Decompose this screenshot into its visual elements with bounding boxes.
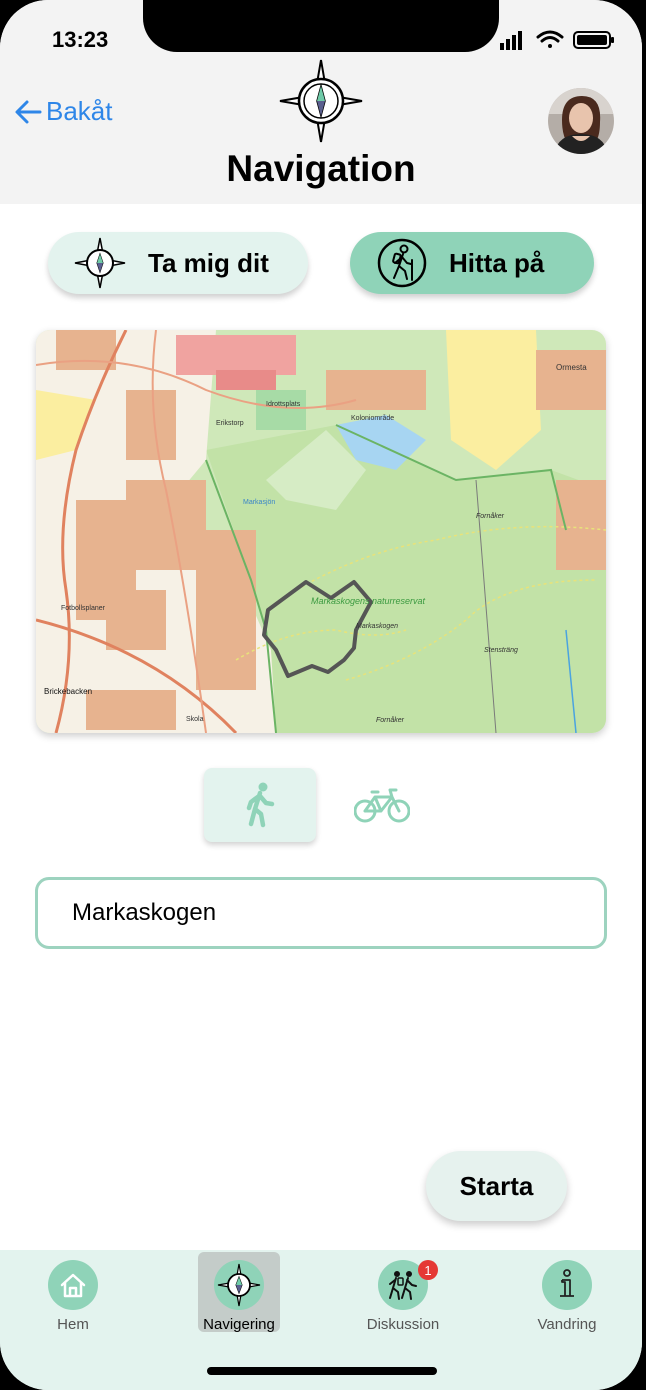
tab-home-label: Hem	[57, 1316, 89, 1333]
tab-navigation-label: Navigering	[203, 1316, 275, 1333]
map-label-markaskogen: Markaskogen	[356, 623, 398, 630]
map-label-fotbollsplaner: Fotbollsplaner	[61, 605, 106, 612]
bicycle-icon	[354, 788, 410, 823]
back-label: Bakåt	[46, 96, 113, 126]
map-label-brickebacken: Brickebacken	[44, 687, 92, 696]
home-indicator[interactable]	[207, 1367, 437, 1375]
tab-home[interactable]: Hem	[23, 1256, 123, 1333]
page-title: Navigation	[226, 148, 416, 189]
notch	[143, 0, 499, 52]
home-icon-circle	[48, 1260, 98, 1310]
take-me-there-label: Ta mig dit	[148, 247, 269, 278]
find-hike-label: Hitta på	[449, 247, 545, 278]
phone-screen: 13:23 Bakåt Navigation Ta mig dit Hitta …	[0, 0, 642, 1390]
wifi-icon	[536, 30, 564, 48]
map-label-erikstorp: Erikstorp	[216, 420, 244, 427]
find-hike-button[interactable]: Hitta på	[350, 232, 594, 294]
tab-discussion[interactable]: Diskussion	[353, 1256, 453, 1333]
info-icon	[560, 1269, 574, 1297]
walk-mode-button[interactable]	[204, 768, 316, 842]
hikers-group-icon	[389, 1271, 417, 1300]
map-label-reservat: Markaskogens naturreservat	[311, 596, 426, 606]
map-view[interactable]: Fotbollsplaner Idrottsplats Erikstorp Ko…	[36, 330, 606, 733]
bike-mode-button[interactable]	[326, 768, 438, 842]
walking-person-icon	[246, 782, 275, 828]
destination-field[interactable]	[35, 877, 607, 949]
map-label-ormesta: Ormesta	[556, 363, 587, 372]
battery-icon	[573, 31, 614, 49]
tab-discussion-label: Diskussion	[366, 1316, 440, 1333]
map-label-stenstrang: Stensträng	[484, 647, 518, 654]
map-label-fornaker: Fornåker	[476, 512, 505, 520]
signal-icon	[500, 31, 522, 50]
status-icons	[500, 30, 614, 50]
map-label-skola: Skola	[186, 716, 204, 723]
tab-navigation[interactable]: Navigering	[189, 1256, 289, 1333]
navigation-icon-circle	[214, 1260, 264, 1310]
destination-input[interactable]	[70, 898, 574, 928]
take-me-there-button[interactable]: Ta mig dit	[48, 232, 308, 294]
map-label-koloniomrade: Koloniområde	[351, 414, 394, 422]
home-icon	[60, 1273, 86, 1298]
compass-icon	[74, 237, 126, 289]
arrow-left-icon	[15, 100, 42, 123]
avatar[interactable]	[548, 88, 614, 154]
back-button[interactable]: Bakåt	[14, 96, 113, 127]
map-label-markasjon: Markasjön	[243, 499, 275, 506]
hiker-icon	[377, 238, 427, 288]
map-label-fornaker-south: Fornåker	[376, 716, 405, 724]
map-label-idrottsplats: Idrottsplats	[266, 401, 301, 408]
profile-photo	[548, 88, 614, 154]
compass-logo-icon	[279, 59, 363, 143]
hiking-icon-circle	[542, 1260, 592, 1310]
tab-hiking-label: Vandring	[537, 1316, 597, 1333]
compass-icon	[217, 1263, 261, 1307]
discussion-badge: 1	[418, 1260, 438, 1280]
tab-hiking[interactable]: Vandring	[517, 1256, 617, 1333]
status-time: 13:23	[52, 27, 109, 52]
start-button[interactable]: Starta	[426, 1151, 567, 1221]
